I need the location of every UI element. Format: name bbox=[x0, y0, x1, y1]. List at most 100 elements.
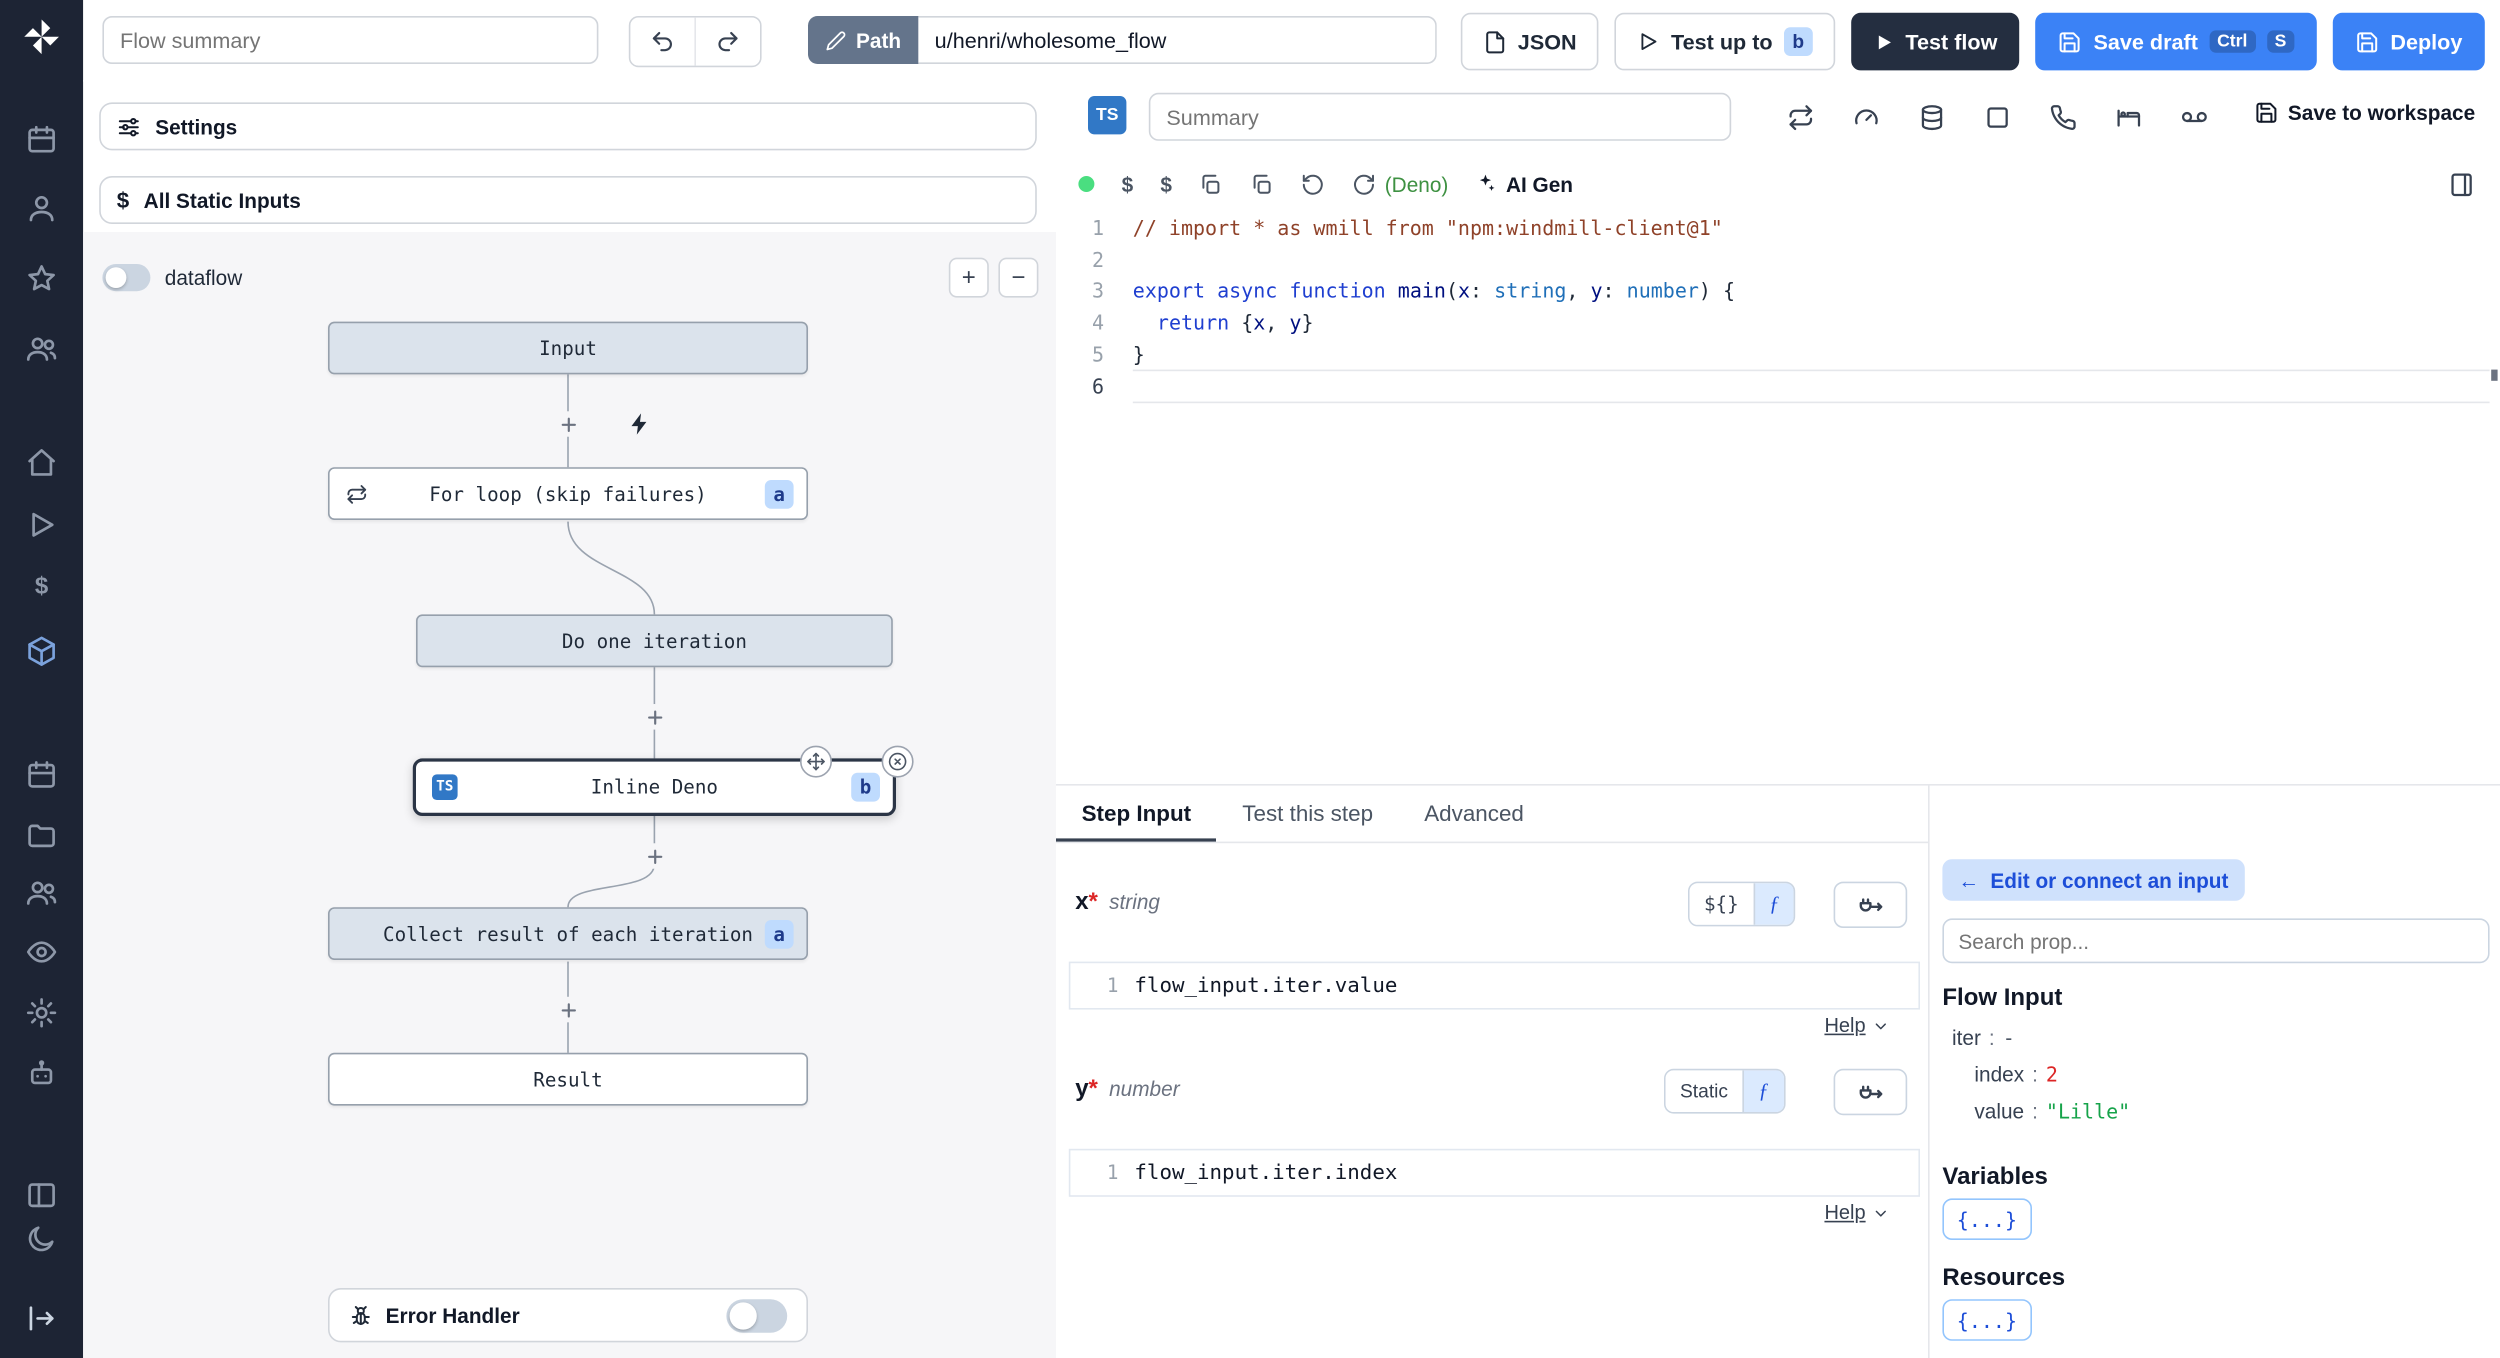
tab-test-this-step[interactable]: Test this step bbox=[1217, 786, 1399, 842]
path-edit-button[interactable]: Path bbox=[808, 16, 919, 64]
field-x-help-link[interactable]: Help bbox=[1824, 1014, 1889, 1037]
node-for-loop[interactable]: For loop (skip failures) a bbox=[328, 467, 808, 520]
node-collect-result[interactable]: Collect result of each iteration a bbox=[328, 907, 808, 960]
error-handler-toggle[interactable] bbox=[726, 1298, 788, 1332]
variables-expand-button[interactable]: {...} bbox=[1942, 1198, 2032, 1240]
square-icon[interactable] bbox=[1976, 96, 2018, 138]
edit-or-connect-button[interactable]: ← Edit or connect an input bbox=[1942, 859, 2245, 901]
ts-badge: TS bbox=[432, 774, 458, 800]
star-icon[interactable] bbox=[26, 262, 58, 294]
prop-picker-panel: ← Edit or connect an input Flow Input it… bbox=[1928, 784, 2500, 1358]
test-up-to-button[interactable]: Test up to b bbox=[1615, 12, 1836, 71]
reset-icon[interactable] bbox=[1302, 172, 1326, 196]
file-json-icon bbox=[1485, 30, 1504, 53]
runs-play-icon[interactable] bbox=[26, 509, 58, 541]
dark-mode-moon-icon[interactable] bbox=[26, 1222, 58, 1254]
expand-rail-icon[interactable] bbox=[26, 1302, 58, 1334]
test-flow-button[interactable]: Test flow bbox=[1851, 12, 2020, 71]
variables-dollar-icon[interactable]: $ bbox=[26, 571, 58, 603]
panels-icon[interactable] bbox=[26, 1179, 58, 1211]
user-icon[interactable] bbox=[26, 192, 58, 224]
search-prop-input[interactable] bbox=[1942, 918, 2490, 964]
node-input[interactable]: Input bbox=[328, 321, 808, 375]
delete-node-button[interactable] bbox=[881, 745, 914, 778]
prop-row-value[interactable]: value: "Lille" bbox=[1974, 1099, 2130, 1123]
sleep-icon[interactable] bbox=[2107, 96, 2149, 138]
dollar-icon[interactable]: $ bbox=[1122, 172, 1134, 196]
runtime-label: (Deno) bbox=[1384, 172, 1449, 196]
calendar-icon[interactable] bbox=[26, 123, 58, 155]
save-icon bbox=[2357, 31, 2378, 52]
field-x-connect-button[interactable] bbox=[1833, 881, 1908, 928]
docs-book-icon[interactable] bbox=[2440, 163, 2482, 205]
node-do-one-iteration[interactable]: Do one iteration bbox=[416, 614, 893, 668]
schedules-calendar-icon[interactable] bbox=[26, 758, 58, 790]
move-node-handle[interactable] bbox=[800, 745, 832, 778]
windmill-flow-editor: $ Path JSON bbox=[0, 0, 2500, 1358]
field-x-expression-editor[interactable]: 1 flow_input.iter.value bbox=[1068, 961, 1920, 1010]
step-summary-input[interactable] bbox=[1148, 92, 1732, 141]
field-y-expression-editor[interactable]: 1 flow_input.iter.index bbox=[1068, 1148, 1920, 1197]
users-icon[interactable] bbox=[26, 333, 58, 365]
add-step-button[interactable] bbox=[641, 704, 668, 730]
package-icon[interactable] bbox=[26, 635, 58, 667]
editor-panel: TS Save to workspace $ $ (Deno) bbox=[1056, 80, 2500, 784]
static-mode-option[interactable]: Static bbox=[1665, 1070, 1743, 1112]
deploy-button[interactable]: Deploy bbox=[2332, 12, 2485, 71]
resources-title: Resources bbox=[1942, 1264, 2066, 1292]
eye-icon[interactable] bbox=[26, 936, 58, 968]
json-button[interactable]: JSON bbox=[1460, 12, 1600, 71]
node-badge: b bbox=[851, 772, 880, 802]
bot-icon[interactable] bbox=[26, 1058, 58, 1090]
home-icon[interactable] bbox=[26, 446, 58, 478]
save-icon bbox=[2060, 31, 2081, 52]
tab-step-input[interactable]: Step Input bbox=[1056, 786, 1217, 842]
flow-input-title: Flow Input bbox=[1942, 984, 2063, 1012]
field-y-help-link[interactable]: Help bbox=[1824, 1202, 1889, 1224]
folder-icon[interactable] bbox=[26, 819, 58, 851]
tab-advanced[interactable]: Advanced bbox=[1399, 786, 1550, 842]
voicemail-icon[interactable] bbox=[2173, 96, 2215, 138]
all-static-inputs-button[interactable]: $ All Static Inputs bbox=[99, 176, 1037, 224]
prop-row-index[interactable]: index:2 bbox=[1974, 1062, 2058, 1086]
settings-gear-icon[interactable] bbox=[26, 997, 58, 1029]
database-icon[interactable] bbox=[1910, 96, 1952, 138]
gauge-icon[interactable] bbox=[1845, 96, 1887, 138]
phone-icon[interactable] bbox=[2042, 96, 2084, 138]
function-mode-option[interactable]: ƒ bbox=[1742, 1070, 1784, 1112]
error-handler-label: Error Handler bbox=[385, 1303, 520, 1328]
add-step-button[interactable] bbox=[641, 843, 668, 869]
code-editor[interactable]: 123456 // import * as wmill from "npm:wi… bbox=[1056, 213, 2500, 784]
reload-runtime-button[interactable]: (Deno) bbox=[1353, 172, 1449, 196]
prop-row-iter[interactable]: iter: - bbox=[1952, 1026, 2015, 1050]
flow-settings-button[interactable]: Settings bbox=[99, 102, 1037, 151]
flow-summary-input[interactable] bbox=[102, 16, 599, 64]
save-draft-label: Save draft bbox=[2093, 29, 2198, 54]
resources-expand-button[interactable]: {...} bbox=[1942, 1299, 2032, 1341]
add-step-button[interactable] bbox=[555, 411, 581, 437]
function-mode-option[interactable]: ƒ bbox=[1753, 883, 1794, 925]
team-icon[interactable] bbox=[26, 877, 58, 909]
copy-icon[interactable] bbox=[1250, 172, 1274, 196]
node-result[interactable]: Result bbox=[328, 1052, 808, 1106]
dollar-icon[interactable]: $ bbox=[1160, 172, 1172, 196]
trigger-bolt-icon[interactable] bbox=[627, 411, 653, 437]
copy-icon[interactable] bbox=[1199, 172, 1223, 196]
field-x-mode-toggle[interactable]: ${} ƒ bbox=[1688, 881, 1796, 927]
expr-mode-option[interactable]: ${} bbox=[1689, 883, 1754, 925]
flow-settings-label: Settings bbox=[155, 114, 238, 139]
save-to-workspace-button[interactable]: Save to workspace bbox=[2254, 101, 2475, 125]
save-draft-button[interactable]: Save draft Ctrl S bbox=[2035, 12, 2317, 71]
redo-button[interactable] bbox=[694, 17, 760, 66]
windmill-logo-icon[interactable] bbox=[21, 16, 63, 58]
node-inline-deno[interactable]: TS Inline Deno b bbox=[412, 745, 914, 816]
field-y-connect-button[interactable] bbox=[1833, 1068, 1908, 1116]
field-y-mode-toggle[interactable]: Static ƒ bbox=[1664, 1068, 1785, 1114]
loop-icon bbox=[347, 484, 367, 503]
undo-button[interactable] bbox=[630, 17, 695, 66]
loop-icon[interactable] bbox=[1779, 96, 1821, 138]
node-collect-label: Collect result of each iteration bbox=[383, 922, 753, 945]
add-step-button[interactable] bbox=[555, 996, 581, 1023]
ai-gen-button[interactable]: AI Gen bbox=[1476, 172, 1573, 196]
path-input[interactable] bbox=[918, 16, 1438, 64]
